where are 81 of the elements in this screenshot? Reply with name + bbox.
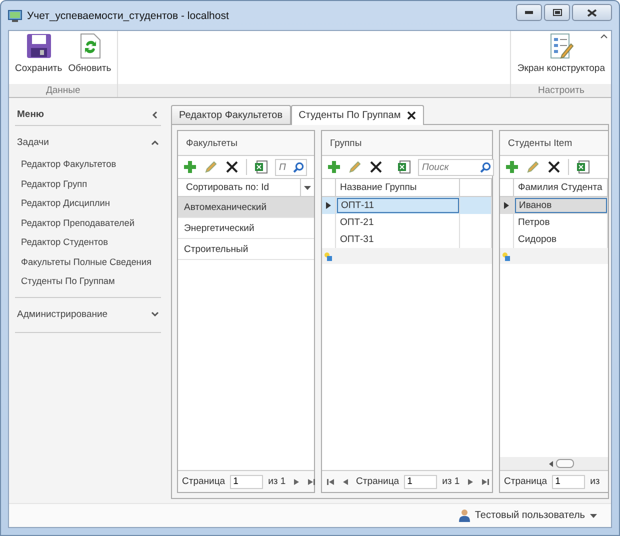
sidebar-item[interactable]: Редактор Студентов [21,233,108,252]
new-row-icon [324,252,333,260]
first-page-icon [327,478,335,486]
section-header: Администрирование [17,308,108,320]
table-cell[interactable]: Петров [514,214,608,231]
delete-icon[interactable] [225,160,239,174]
previous-page-button[interactable] [341,476,351,486]
last-page-icon [306,478,315,486]
close-icon[interactable] [406,111,416,120]
tab[interactable]: Редактор Факультетов [171,105,291,124]
page-label: Страница [504,476,548,487]
list-item[interactable]: Энергетический [178,218,314,239]
menu-title: Меню [17,109,44,120]
table-cell[interactable]: Иванов [514,197,608,214]
search-icon [480,162,491,172]
user-menu[interactable]: Тестовый пользователь [458,509,597,522]
maximize-icon [552,9,562,16]
scroll-left-icon [548,460,552,466]
close-button[interactable] [572,4,612,21]
collapse-left-icon[interactable] [151,110,159,118]
new-row-icon [502,252,511,260]
spreadsheet-icon[interactable] [397,160,411,174]
spreadsheet-icon[interactable] [576,160,590,174]
collapse-icon[interactable] [600,33,608,39]
user-icon [458,509,470,522]
ribbon-button[interactable]: Экран конструктора [514,33,608,84]
list-item[interactable]: Автомеханический [178,197,314,218]
panel-title: Студенты Item [500,131,608,156]
close-icon [587,8,597,16]
chevron-up-icon[interactable] [151,138,159,146]
page-field[interactable]: 1 [552,474,586,488]
add-icon[interactable] [505,160,519,174]
last-page-button[interactable] [480,476,490,486]
last-page-icon [480,478,489,486]
ribbon-group-label: Настроить [511,84,611,97]
search-icon [293,162,304,172]
table-cell [460,197,492,214]
dropdown-arrow-icon [304,186,311,190]
page-field[interactable]: 1 [230,474,264,488]
delete-icon[interactable] [369,160,383,174]
app-icon [8,10,22,22]
page-count: из 1 [442,476,460,487]
table-cell[interactable]: ОПТ-11 [336,197,460,214]
ribbon-button[interactable]: Обновить [65,33,114,84]
section-header: Задачи [17,137,49,148]
sidebar-item[interactable]: Редактор Дисциплин [21,194,110,214]
minimize-button[interactable] [516,4,542,21]
tab[interactable]: Студенты По Группам [290,105,424,125]
add-icon[interactable] [183,160,197,174]
first-page-button[interactable] [326,476,336,486]
next-page-icon [292,478,300,486]
table-cell[interactable]: ОПТ-21 [336,214,460,231]
sidebar-item[interactable]: Редактор Групп [21,174,88,194]
ribbon-button[interactable]: Сохранить [12,33,66,84]
search-field[interactable]: Поиск [418,158,494,176]
panel-title: Факультеты [178,131,314,156]
delete-icon[interactable] [547,160,561,174]
panel-title: Группы [322,131,492,156]
add-icon[interactable] [327,160,341,174]
previous-page-icon [342,478,350,486]
ribbon-group-label: Данные [9,84,118,97]
minimize-icon [525,11,533,14]
scrollbar-thumb[interactable] [556,459,574,468]
maximize-button[interactable] [544,4,570,21]
sidebar-item[interactable]: Редактор Преподавателей [21,214,134,233]
page-count: из [590,476,600,487]
last-page-button[interactable] [306,476,316,486]
search-field[interactable]: П [275,158,307,176]
list-item[interactable]: Строительный [178,239,314,260]
next-page-icon [466,478,474,486]
page-field[interactable]: 1 [404,474,438,488]
sidebar-item[interactable]: Редактор Факультетов [21,155,116,174]
spreadsheet-icon[interactable] [254,160,268,174]
page-label: Страница [356,476,400,487]
page-count: из 1 [268,476,286,487]
sidebar-item[interactable]: Факультеты Полные Сведения [21,252,152,272]
window-title: Учет_успеваемости_студентов - localhost [27,10,230,22]
dropdown-arrow-icon [590,514,597,518]
page-label: Страница [182,476,226,487]
sidebar-item[interactable]: Студенты По Группам [21,272,115,292]
chevron-down-icon[interactable] [151,310,159,318]
